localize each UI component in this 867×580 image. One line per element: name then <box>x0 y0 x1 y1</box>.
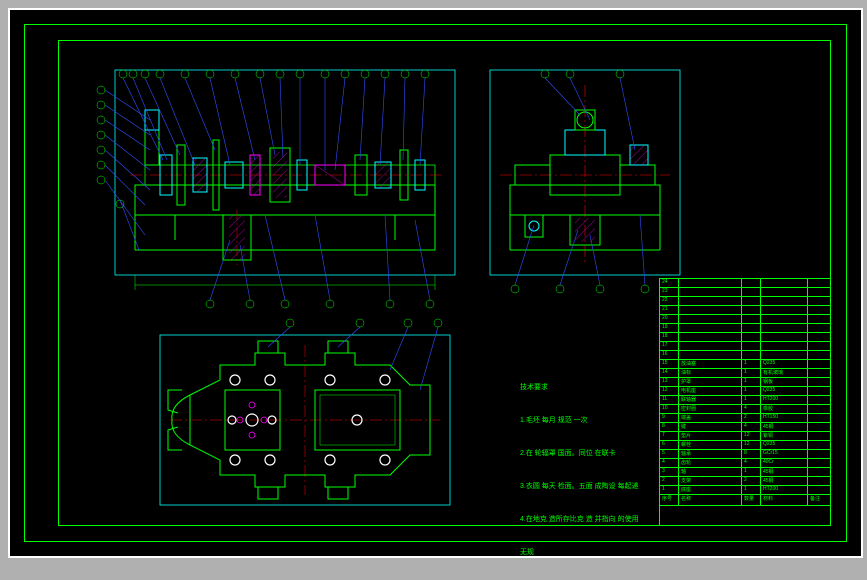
bom-row: 12电机座1Q235 <box>660 387 830 396</box>
bom-row: 10密封圈4橡胶 <box>660 405 830 414</box>
bom-row: 2支架245钢 <box>660 477 830 486</box>
bom-row: 20 <box>660 315 830 324</box>
bom-row: 11联轴器1HT200 <box>660 396 830 405</box>
bom-row: 6螺栓12Q235 <box>660 441 830 450</box>
bom-row: 18 <box>660 333 830 342</box>
bom-row: 14油标1有机玻璃 <box>660 369 830 378</box>
bom-row: 8键445钢 <box>660 423 830 432</box>
notes-line: 4.在地克 造所存比克 造 并指向 的使用 <box>520 514 639 525</box>
view-side <box>490 70 680 293</box>
bom-row: 1底座1HT200 <box>660 486 830 495</box>
view-front <box>97 70 455 308</box>
cad-canvas: 技术要求 1.毛坯 每月 规范 一次 2.在 轮辐罩 国面。同位 在联卡 3.衣… <box>8 8 863 558</box>
bom-row: 22 <box>660 297 830 306</box>
notes-line: 1.毛坯 每月 规范 一次 <box>520 415 639 426</box>
bom-row: 19 <box>660 324 830 333</box>
title-block: 24 23 22 21 20 19 18 17 16 15放油塞1Q235 14… <box>659 278 831 526</box>
notes-line: 3.衣圆 每天 检面。五面 成陶设 每起递 <box>520 481 639 492</box>
bom-header: 序号名称数量材料备注 <box>660 495 830 506</box>
bom-row: 3轴145钢 <box>660 468 830 477</box>
bom-row: 7垫片12紫铜 <box>660 432 830 441</box>
bom-row: 16 <box>660 351 830 360</box>
bom-row: 9端盖2HT150 <box>660 414 830 423</box>
notes-line: 无规 <box>520 547 639 558</box>
bom-row: 21 <box>660 306 830 315</box>
bom-row: 23 <box>660 288 830 297</box>
notes-line: 2.在 轮辐罩 国面。同位 在联卡 <box>520 448 639 459</box>
bom-row: 13护罩1钢板 <box>660 378 830 387</box>
notes-title: 技术要求 <box>520 382 639 393</box>
bom-row: 17 <box>660 342 830 351</box>
view-plan <box>160 319 450 505</box>
bom-row: 15放油塞1Q235 <box>660 360 830 369</box>
technical-notes: 技术要求 1.毛坯 每月 规范 一次 2.在 轮辐罩 国面。同位 在联卡 3.衣… <box>520 360 639 580</box>
bom-row: 4齿轮440Cr <box>660 459 830 468</box>
bom-row: 24 <box>660 279 830 288</box>
bom-row: 5轴承8GCr15 <box>660 450 830 459</box>
